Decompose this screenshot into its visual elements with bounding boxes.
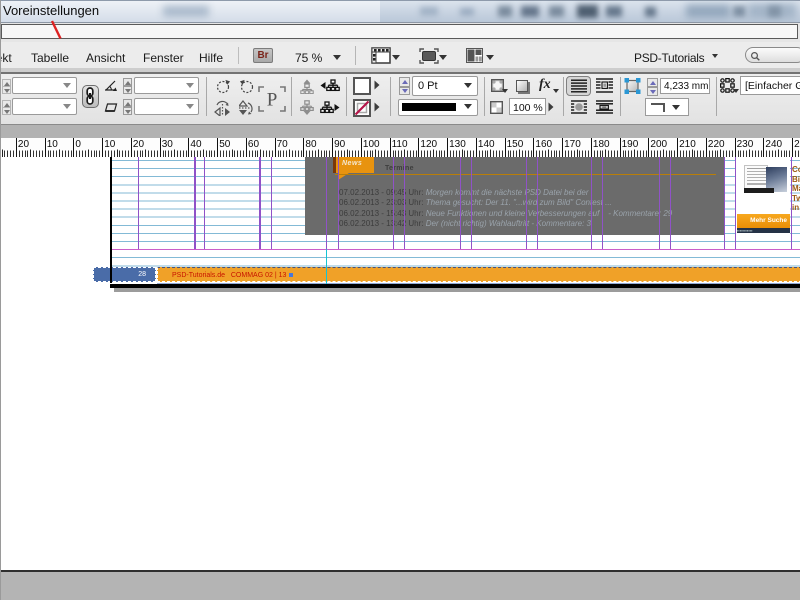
- svg-text:P: P: [267, 90, 278, 111]
